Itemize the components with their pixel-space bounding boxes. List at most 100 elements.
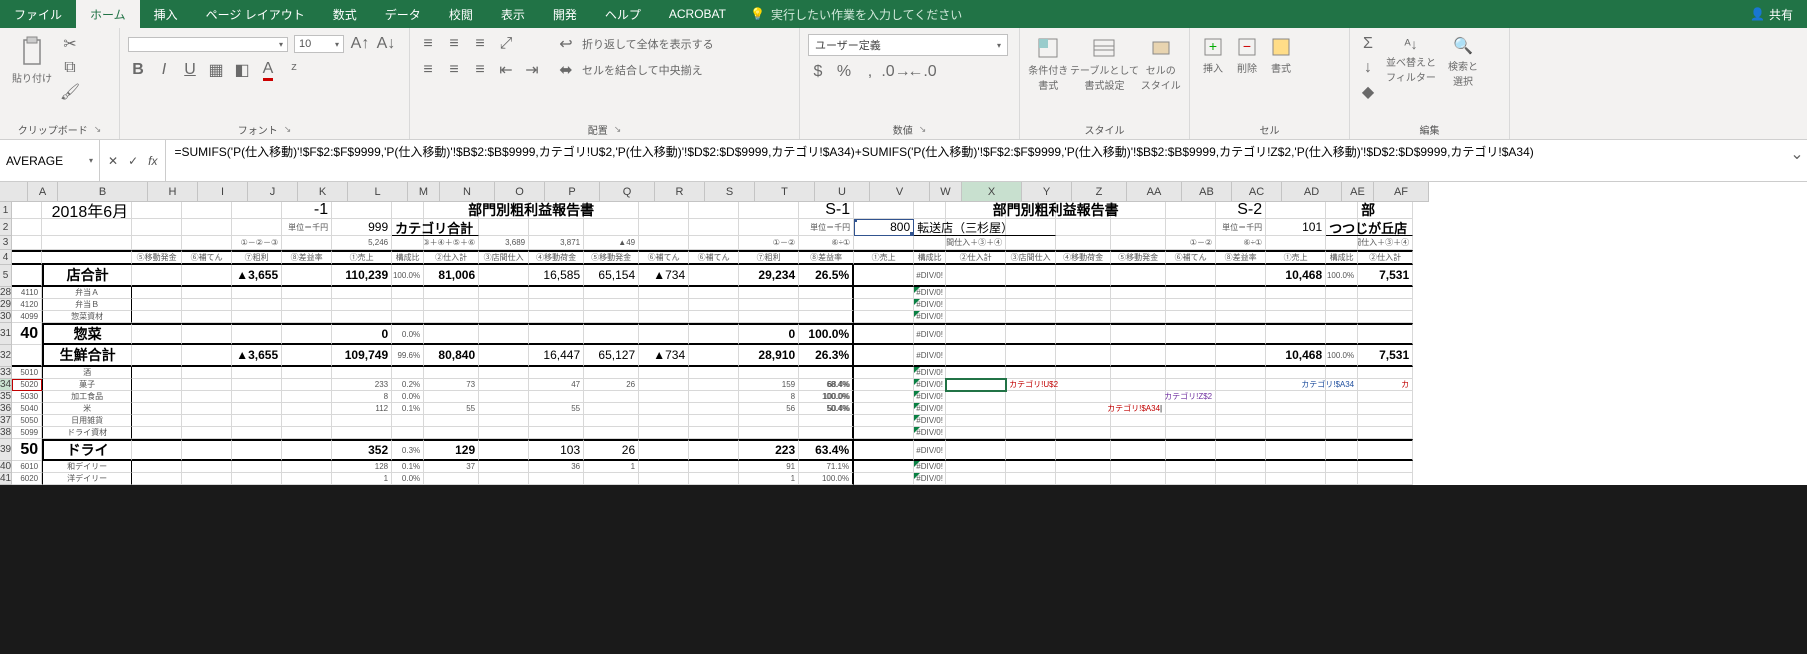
cell-AC30[interactable] <box>1216 311 1266 323</box>
cell-Y41[interactable] <box>1006 473 1056 485</box>
align-launcher-icon[interactable]: ↘ <box>614 124 622 135</box>
cell-K3[interactable] <box>282 236 332 250</box>
column-header-I[interactable]: I <box>198 182 248 202</box>
row-header-31[interactable]: 31 <box>0 323 12 345</box>
cell-I38[interactable] <box>182 427 232 439</box>
cell-B32[interactable]: 生鮮合計 <box>42 345 132 367</box>
cell-AB40[interactable] <box>1166 461 1216 473</box>
cell-K1[interactable]: -1 <box>282 202 332 219</box>
cell-N37[interactable] <box>424 415 479 427</box>
cell-I39[interactable] <box>182 439 232 461</box>
cell-K2[interactable]: 単位＝千円 <box>282 219 332 236</box>
cell-AB41[interactable] <box>1166 473 1216 485</box>
cell-S29[interactable] <box>689 299 739 311</box>
cell-AB28[interactable] <box>1166 287 1216 299</box>
column-header-Q[interactable]: Q <box>600 182 655 202</box>
cell-X38[interactable] <box>946 427 1006 439</box>
cell-U3[interactable]: ⑥÷① <box>799 236 854 250</box>
cell-U28[interactable] <box>799 287 854 299</box>
cell-Z29[interactable] <box>1056 299 1111 311</box>
cell-H4[interactable]: ⑤移動発金 <box>132 250 182 265</box>
cell-Q28[interactable] <box>584 287 639 299</box>
cell-B30[interactable]: 惣菜資材 <box>42 311 132 323</box>
cell-K41[interactable] <box>282 473 332 485</box>
cell-AC3[interactable]: ⑥÷① <box>1216 236 1266 250</box>
cell-AA41[interactable] <box>1111 473 1166 485</box>
cell-V33[interactable] <box>854 367 914 379</box>
cell-S41[interactable] <box>689 473 739 485</box>
cell-X36[interactable] <box>946 403 1006 415</box>
cell-T31[interactable]: 0 <box>739 323 799 345</box>
cell-U35[interactable]: 100.0% <box>799 391 854 403</box>
cell-M35[interactable]: 0.0% <box>392 391 424 403</box>
cell-X4[interactable]: ②仕入計 <box>946 250 1006 265</box>
cell-W38[interactable]: #DIV/0! <box>914 427 946 439</box>
cell-Q33[interactable] <box>584 367 639 379</box>
align-left-icon[interactable]: ≡ <box>418 60 438 80</box>
cell-S36[interactable] <box>689 403 739 415</box>
cell-Z33[interactable] <box>1056 367 1111 379</box>
find-select-button[interactable]: 🔍検索と 選択 <box>1444 34 1482 90</box>
cell-R41[interactable] <box>639 473 689 485</box>
cell-R35[interactable] <box>639 391 689 403</box>
cell-P31[interactable] <box>529 323 584 345</box>
cell-B28[interactable]: 弁当Ａ <box>42 287 132 299</box>
cell-U2[interactable]: 単位＝千円 <box>799 219 854 236</box>
cell-T4[interactable]: ⑦粗利 <box>739 250 799 265</box>
worksheet[interactable]: ABHIJKLMNOPQRSTUVWXYZAAABACADAEAF 123452… <box>0 182 1807 485</box>
column-header-S[interactable]: S <box>705 182 755 202</box>
cell-J37[interactable] <box>232 415 282 427</box>
cell-S30[interactable] <box>689 311 739 323</box>
fx-icon[interactable]: fx <box>148 154 157 168</box>
row-header-41[interactable]: 41 <box>0 473 12 485</box>
enter-formula-icon[interactable]: ✓ <box>128 154 138 168</box>
cell-M33[interactable] <box>392 367 424 379</box>
cell-M39[interactable]: 0.3% <box>392 439 424 461</box>
cell-B31[interactable]: 惣菜 <box>42 323 132 345</box>
cell-R40[interactable] <box>639 461 689 473</box>
column-header-M[interactable]: M <box>408 182 440 202</box>
cell-U37[interactable] <box>799 415 854 427</box>
expand-formula-bar-icon[interactable]: ⌄ <box>1787 140 1807 181</box>
cell-K39[interactable] <box>282 439 332 461</box>
font-name-combo[interactable]: ▾ <box>128 37 288 52</box>
cell-X3[interactable]: 店間仕入＋③＋④ <box>946 236 1006 250</box>
cell-AD5[interactable]: 10,468 <box>1266 265 1326 287</box>
cell-H28[interactable] <box>132 287 182 299</box>
cell-V5[interactable] <box>854 265 914 287</box>
cell-M4[interactable]: 構成比 <box>392 250 424 265</box>
cell-I4[interactable]: ⑥補てん <box>182 250 232 265</box>
row-header-5[interactable]: 5 <box>0 265 12 287</box>
cell-AA4[interactable]: ⑤移動発金 <box>1111 250 1166 265</box>
cell-AE2[interactable]: つつじが丘店 <box>1326 219 1413 236</box>
cell-N34[interactable]: 73 <box>424 379 479 391</box>
number-launcher-icon[interactable]: ↘ <box>919 124 927 135</box>
cell-M1[interactable] <box>392 202 424 219</box>
cell-V36[interactable] <box>854 403 914 415</box>
cell-AC32[interactable] <box>1216 345 1266 367</box>
cell-H41[interactable] <box>132 473 182 485</box>
cell-I31[interactable] <box>182 323 232 345</box>
cell-Z40[interactable] <box>1056 461 1111 473</box>
delete-cells-button[interactable]: −削除 <box>1232 34 1262 77</box>
cell-A41[interactable]: 6020 <box>12 473 42 485</box>
cell-W5[interactable]: #DIV/0! <box>914 265 946 287</box>
cell-AF3[interactable]: 店間仕入＋③＋④ <box>1358 236 1413 250</box>
cell-I32[interactable] <box>182 345 232 367</box>
column-header-AB[interactable]: AB <box>1182 182 1232 202</box>
cell-N38[interactable] <box>424 427 479 439</box>
cell-AE5[interactable]: 100.0% <box>1326 265 1358 287</box>
cell-AD1[interactable] <box>1266 202 1326 219</box>
cell-O3[interactable]: 3,689 <box>479 236 529 250</box>
cell-P34[interactable]: 47 <box>529 379 584 391</box>
cell-J34[interactable] <box>232 379 282 391</box>
cell-AB34[interactable] <box>1166 379 1216 391</box>
cell-I35[interactable] <box>182 391 232 403</box>
cell-W29[interactable]: #DIV/0! <box>914 299 946 311</box>
column-header-Z[interactable]: Z <box>1072 182 1127 202</box>
cell-M36[interactable]: 0.1% <box>392 403 424 415</box>
cell-AC40[interactable] <box>1216 461 1266 473</box>
cell-AE30[interactable] <box>1326 311 1358 323</box>
cell-I36[interactable] <box>182 403 232 415</box>
column-header-AA[interactable]: AA <box>1127 182 1182 202</box>
